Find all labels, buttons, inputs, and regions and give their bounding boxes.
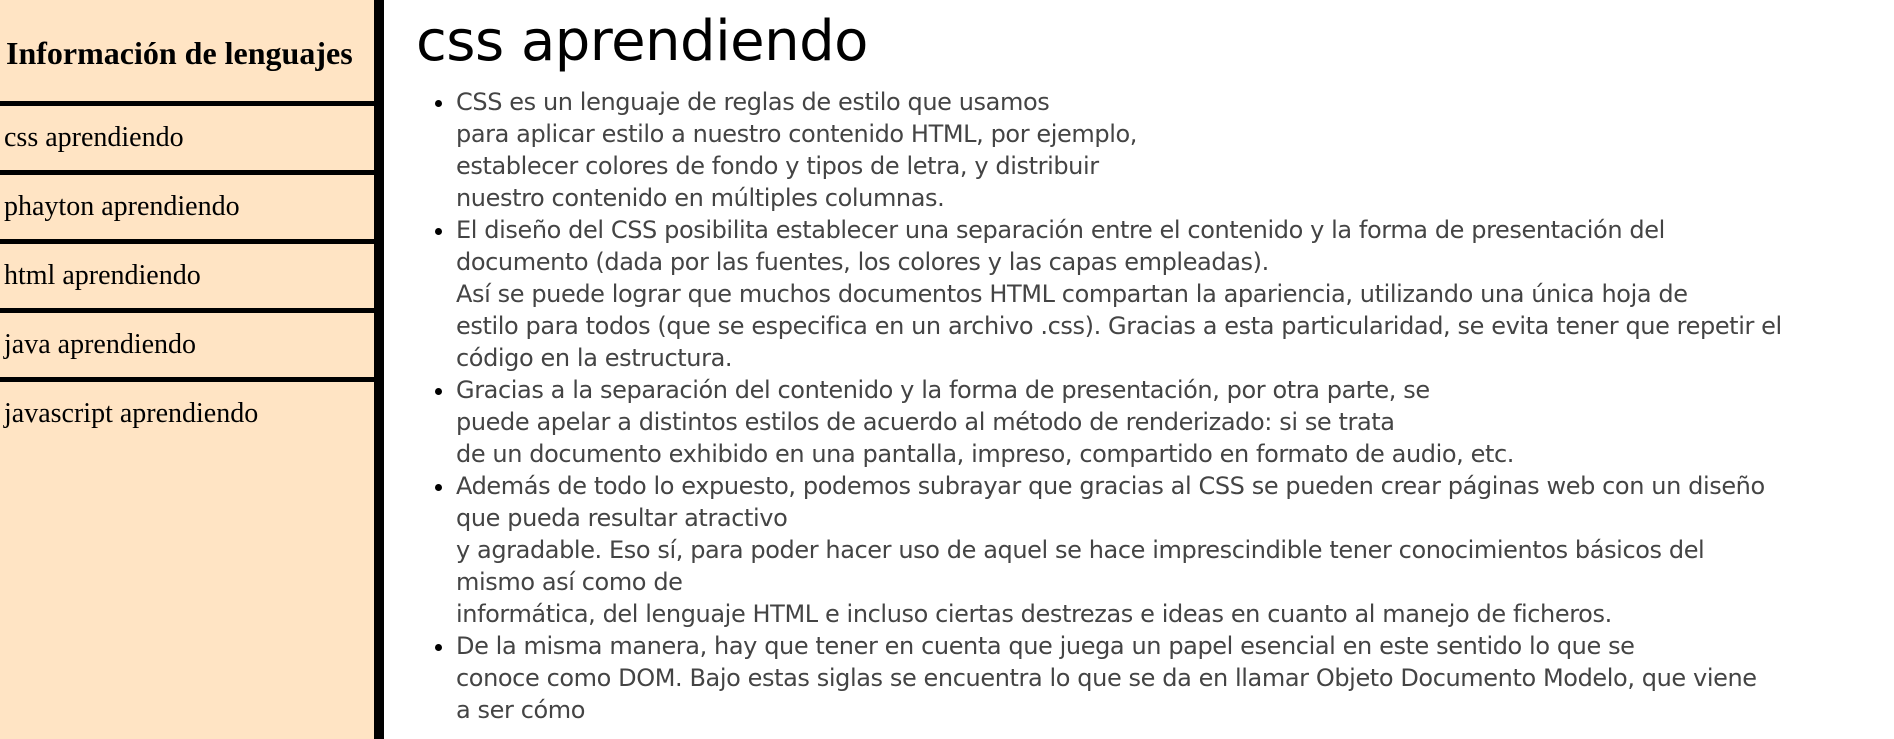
paragraph-line: nuestro contenido en múltiples columnas. bbox=[456, 184, 945, 212]
list-item: El diseño del CSS posibilita establecer … bbox=[456, 214, 1886, 374]
sidebar: Información de lenguajes css aprendiendo… bbox=[0, 0, 384, 739]
paragraph-line: para aplicar estilo a nuestro contenido … bbox=[456, 120, 1137, 148]
page: Información de lenguajes css aprendiendo… bbox=[0, 0, 1894, 739]
paragraph-line: a ser cómo bbox=[456, 696, 586, 724]
sidebar-item-html[interactable]: html aprendiendo bbox=[0, 244, 374, 313]
paragraph-line: de un documento exhibido en una pantalla… bbox=[456, 440, 1514, 468]
sidebar-item-java[interactable]: java aprendiendo bbox=[0, 313, 374, 382]
paragraph-line: CSS es un lenguaje de reglas de estilo q… bbox=[456, 88, 1050, 116]
list-item: CSS es un lenguaje de reglas de estilo q… bbox=[456, 86, 1886, 214]
paragraph-line: establecer colores de fondo y tipos de l… bbox=[456, 152, 1099, 180]
paragraph-line: estilo para todos (que se especifica en … bbox=[456, 312, 1782, 340]
paragraph-line: documento (dada por las fuentes, los col… bbox=[456, 248, 1269, 276]
paragraph-line: que pueda resultar atractivo bbox=[456, 504, 788, 532]
paragraph-line: El diseño del CSS posibilita establecer … bbox=[456, 216, 1665, 244]
sidebar-item-css[interactable]: css aprendiendo bbox=[0, 106, 374, 175]
sidebar-item-phayton[interactable]: phayton aprendiendo bbox=[0, 175, 374, 244]
sidebar-title: Información de lenguajes bbox=[0, 0, 374, 106]
list-item: Gracias a la separación del contenido y … bbox=[456, 374, 1886, 470]
content-list: CSS es un lenguaje de reglas de estilo q… bbox=[416, 86, 1886, 726]
paragraph-line: informática, del lenguaje HTML e incluso… bbox=[456, 600, 1612, 628]
paragraph-line: De la misma manera, hay que tener en cue… bbox=[456, 632, 1635, 660]
paragraph-line: y agradable. Eso sí, para poder hacer us… bbox=[456, 536, 1705, 564]
paragraph-line: mismo así como de bbox=[456, 568, 683, 596]
paragraph-line: puede apelar a distintos estilos de acue… bbox=[456, 408, 1395, 436]
paragraph-line: Así se puede lograr que muchos documento… bbox=[456, 280, 1688, 308]
sidebar-nav: css aprendiendo phayton aprendiendo html… bbox=[0, 106, 374, 446]
page-title: css aprendiendo bbox=[416, 9, 868, 74]
paragraph-line: conoce como DOM. Bajo estas siglas se en… bbox=[456, 664, 1757, 692]
sidebar-item-javascript[interactable]: javascript aprendiendo bbox=[0, 382, 374, 446]
paragraph-line: Gracias a la separación del contenido y … bbox=[456, 376, 1430, 404]
list-item: Además de todo lo expuesto, podemos subr… bbox=[456, 470, 1886, 630]
list-item: De la misma manera, hay que tener en cue… bbox=[456, 630, 1886, 726]
paragraph-line: código en la estructura. bbox=[456, 344, 733, 372]
paragraph-line: Además de todo lo expuesto, podemos subr… bbox=[456, 472, 1765, 500]
main-content: css aprendiendo CSS es un lenguaje de re… bbox=[416, 0, 1886, 739]
